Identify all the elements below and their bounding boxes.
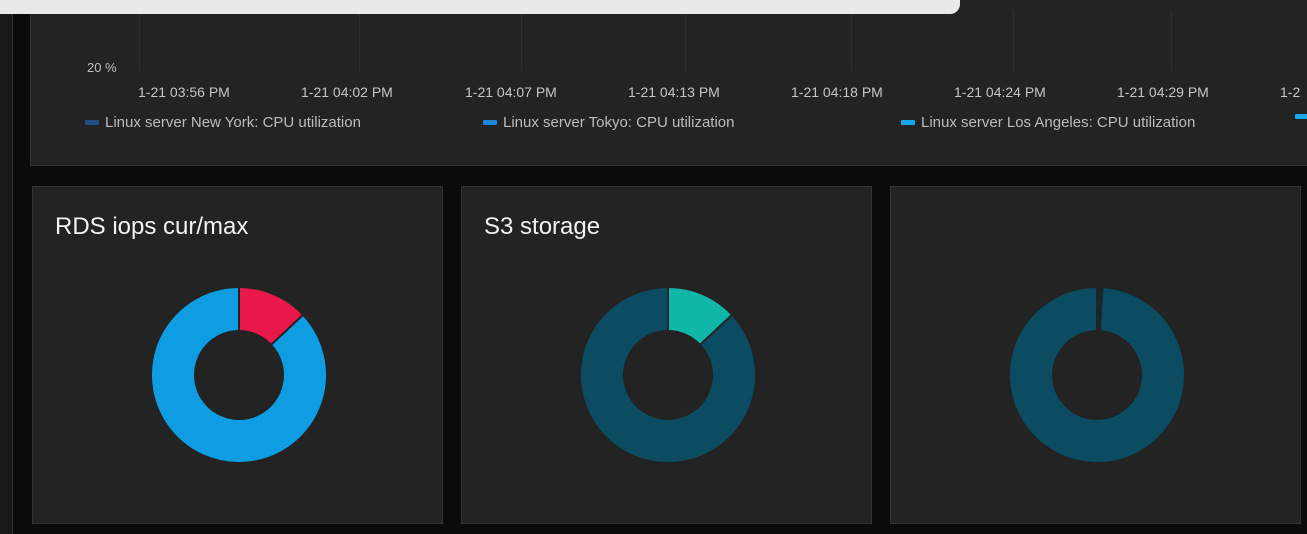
legend-item-overflow[interactable]: [1295, 114, 1307, 119]
top-overlay-bar: [0, 0, 960, 14]
legend-swatch: [85, 120, 99, 125]
grid-line: [359, 11, 360, 71]
donut-chart: [150, 285, 328, 464]
x-axis-tick: 1-21 03:56 PM: [138, 84, 230, 100]
legend-label: Linux server Tokyo: CPU utilization: [503, 114, 735, 131]
x-axis-tick: 1-2: [1280, 84, 1301, 100]
rds-iops-widget[interactable]: RDS iops cur/max: [32, 186, 443, 524]
legend-item-tokyo[interactable]: Linux server Tokyo: CPU utilization: [483, 114, 735, 131]
legend-item-new-york[interactable]: Linux server New York: CPU utilization: [85, 114, 361, 131]
grid-line: [851, 11, 852, 71]
legend-swatch: [483, 120, 497, 125]
grid-line: [139, 11, 140, 71]
widget-title: RDS iops cur/max: [55, 213, 249, 240]
x-axis-tick: 1-21 04:02 PM: [301, 84, 393, 100]
grid-line: [1171, 11, 1172, 71]
grid-line: [521, 11, 522, 71]
legend-swatch: [901, 120, 915, 125]
legend-label: Linux server Los Angeles: CPU utilizatio…: [921, 114, 1196, 131]
x-axis-tick: 1-21 04:24 PM: [954, 84, 1046, 100]
legend-label: Linux server New York: CPU utilization: [105, 114, 361, 131]
donut-chart: [1008, 285, 1186, 464]
cpu-utilization-graph-panel: 20 % 1-21 03:56 PM 1-21 04:02 PM 1-21 04…: [30, 0, 1307, 166]
widget-title: S3 storage: [484, 213, 601, 240]
x-axis-tick: 1-21 04:18 PM: [791, 84, 883, 100]
x-axis-tick: 1-21 04:07 PM: [465, 84, 557, 100]
donut-chart: [579, 285, 757, 464]
x-axis-tick: 1-21 04:13 PM: [628, 84, 720, 100]
unlabeled-donut-widget[interactable]: [890, 186, 1301, 524]
legend-swatch: [1295, 114, 1307, 119]
donut-slice-1: [1008, 285, 1186, 464]
sidebar-edge: [0, 0, 13, 534]
x-axis-tick: 1-21 04:29 PM: [1117, 84, 1209, 100]
grid-line: [685, 11, 686, 71]
grid-line: [1013, 11, 1014, 71]
legend-item-los-angeles[interactable]: Linux server Los Angeles: CPU utilizatio…: [901, 114, 1195, 131]
y-axis-tick: 20 %: [87, 60, 117, 75]
s3-storage-widget[interactable]: S3 storage: [461, 186, 872, 524]
